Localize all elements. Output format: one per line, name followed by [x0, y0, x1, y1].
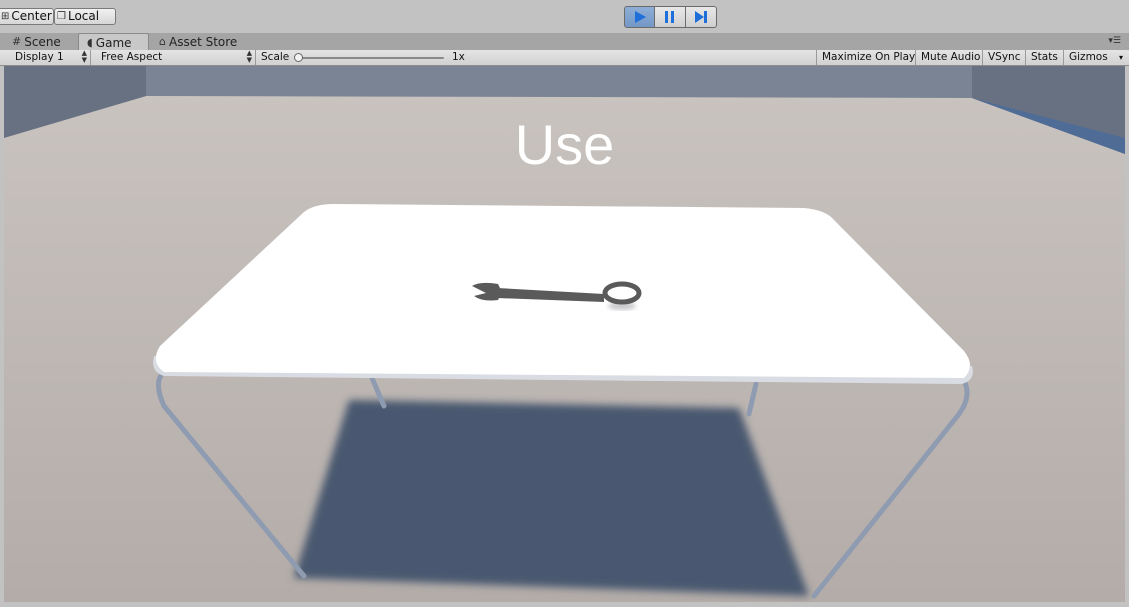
pivot-icon: ⊞ [1, 11, 10, 22]
table-shadow [294, 400, 809, 596]
grid-icon: # [12, 35, 22, 48]
game-view-toolbar: Display 1 ▲ ▼ Free Aspect ▲ ▼ Scale 1x Max… [0, 50, 1129, 66]
overlay-heading: Use [514, 113, 615, 176]
dropdown-arrows-icon: ▲ ▼ [246, 49, 252, 64]
game-view-canvas[interactable]: Use [4, 66, 1125, 602]
tab-asset-store[interactable]: ⌂ Asset Store [159, 34, 237, 50]
tab-menu-icon[interactable]: ▾☰ [1108, 36, 1121, 46]
scale-value: 1x [452, 51, 465, 63]
chevron-down-icon: ▾ [1118, 53, 1123, 62]
main-toolbar: ⊞ Center ❒ Local [0, 0, 1129, 33]
gizmos-dropdown[interactable]: Gizmos ▾ [1064, 50, 1129, 65]
stats-toggle[interactable]: Stats [1026, 50, 1064, 65]
tab-game-label: Game [95, 35, 132, 50]
scale-label: Scale [261, 51, 290, 63]
store-icon: ⌂ [159, 35, 166, 48]
pivot-local-button[interactable]: ❒ Local [54, 8, 116, 25]
vsync-toggle[interactable]: VSync [983, 50, 1026, 65]
playback-controls [624, 6, 717, 28]
space-label: Local [67, 9, 100, 23]
pause-button[interactable] [655, 6, 686, 28]
aspect-dropdown[interactable]: Free Aspect ▲ ▼ [96, 50, 256, 65]
display-label: Display 1 [15, 51, 64, 63]
step-button[interactable] [686, 6, 717, 28]
scale-slider-track[interactable] [296, 57, 444, 59]
view-tab-bar: # Scene ◖ Game ⌂ Asset Store ▾☰ [0, 33, 1129, 51]
bottom-border [0, 602, 1129, 607]
mute-audio-toggle[interactable]: Mute Audio [916, 50, 983, 65]
tab-game[interactable]: ◖ Game [78, 33, 149, 51]
play-icon [634, 11, 646, 23]
tab-scene-label: Scene [24, 35, 61, 49]
tab-asset-store-label: Asset Store [168, 35, 238, 49]
maximize-on-play-toggle[interactable]: Maximize On Play [816, 50, 916, 65]
dropdown-arrows-icon: ▲ ▼ [81, 49, 87, 64]
aspect-label: Free Aspect [101, 51, 163, 63]
tab-scene[interactable]: # Scene [12, 34, 61, 50]
display-dropdown[interactable]: Display 1 ▲ ▼ [10, 50, 91, 65]
cube-icon: ❒ [57, 11, 66, 22]
pacman-icon: ◖ [87, 35, 93, 49]
pivot-center-button[interactable]: ⊞ Center [0, 8, 54, 25]
gizmos-label: Gizmos [1069, 51, 1108, 63]
pivot-label: Center [11, 9, 52, 23]
pause-icon [665, 11, 674, 23]
step-icon [695, 11, 707, 23]
play-button[interactable] [624, 6, 655, 28]
scale-slider-thumb[interactable] [294, 53, 303, 62]
